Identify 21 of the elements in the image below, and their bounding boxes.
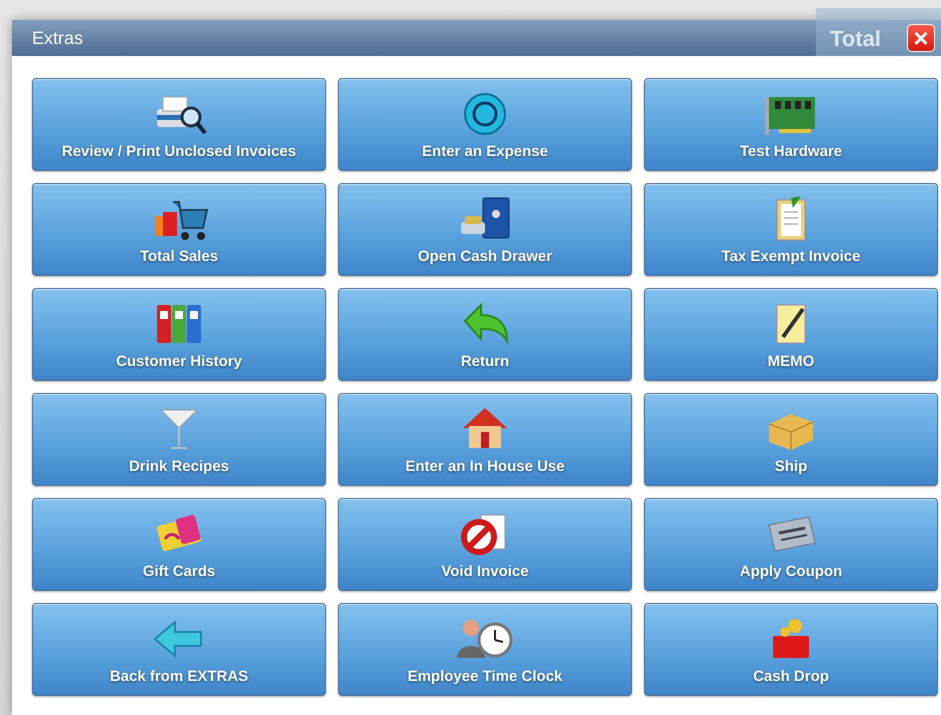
extras-button[interactable]: Open Cash Drawer	[338, 183, 632, 276]
extras-button[interactable]: MEMO	[644, 288, 938, 381]
extras-button[interactable]: Tax Exempt Invoice	[644, 183, 938, 276]
dialog-title: Extras	[32, 28, 84, 48]
close-button[interactable]: ×	[907, 24, 935, 52]
extras-button[interactable]: Total Sales	[32, 183, 326, 276]
extras-button[interactable]: Test Hardware	[644, 78, 938, 171]
extras-button[interactable]: Apply Coupon	[644, 498, 938, 591]
extras-button[interactable]: Back from EXTRAS	[32, 603, 326, 696]
extras-button[interactable]: Enter an Expense	[338, 78, 632, 171]
extras-button[interactable]: Review / Print Unclosed Invoices	[32, 78, 326, 171]
extras-button[interactable]: Cash Drop	[644, 603, 938, 696]
extras-button[interactable]: Enter an In House Use	[338, 393, 632, 486]
extras-button[interactable]: Drink Recipes	[32, 393, 326, 486]
extras-button[interactable]: Gift Cards	[32, 498, 326, 591]
extras-button[interactable]: Return	[338, 288, 632, 381]
extras-button[interactable]: Ship	[644, 393, 938, 486]
total-label: Total	[830, 26, 881, 52]
extras-button[interactable]: Customer History	[32, 288, 326, 381]
extras-button[interactable]: Employee Time Clock	[338, 603, 632, 696]
extras-button[interactable]: Void Invoice	[338, 498, 632, 591]
